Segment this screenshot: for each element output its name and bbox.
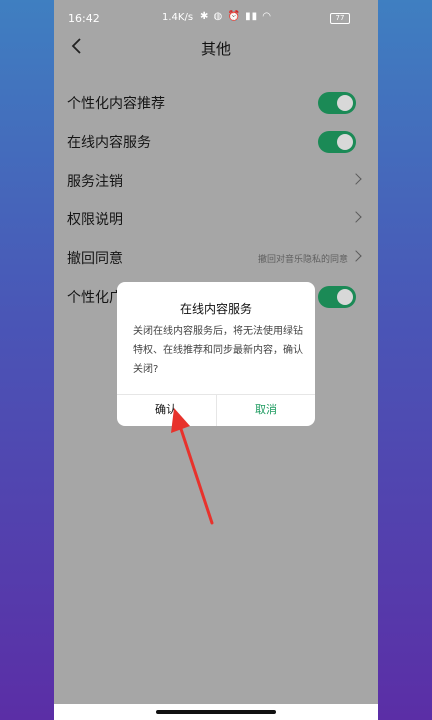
home-indicator[interactable] [156, 710, 276, 714]
chevron-right-icon [350, 173, 362, 185]
battery-icon: 77 [330, 13, 350, 24]
cancel-button[interactable]: 取消 [217, 394, 315, 426]
setting-row-permissions[interactable]: 权限说明 [54, 200, 378, 238]
status-bar: 16:42 1.4K/s ✱ ◍ ⏰ ▮▮ ◠ 77 [54, 8, 378, 28]
header: 其他 [54, 30, 378, 66]
toggle-knob [337, 134, 353, 150]
confirm-button[interactable]: 确认 [117, 394, 215, 426]
setting-row-account-cancel[interactable]: 服务注销 [54, 162, 378, 200]
setting-label: 个性化内容推荐 [67, 96, 165, 112]
phone-screen: 16:42 1.4K/s ✱ ◍ ⏰ ▮▮ ◠ 77 其他 个性化内容推荐 在线… [54, 0, 378, 720]
toggle-knob [337, 289, 353, 305]
setting-row-online-content[interactable]: 在线内容服务 [54, 123, 378, 161]
setting-label: 服务注销 [67, 174, 123, 190]
setting-label: 权限说明 [67, 212, 123, 228]
toggle-knob [337, 95, 353, 111]
setting-label: 撤回同意 [67, 251, 123, 267]
setting-row-personalized-content[interactable]: 个性化内容推荐 [54, 84, 378, 122]
chevron-right-icon [350, 250, 362, 262]
dialog-title: 在线内容服务 [179, 302, 252, 316]
chevron-right-icon [350, 211, 362, 223]
setting-row-withdraw-consent[interactable]: 撤回同意 撤回对音乐隐私的同意 [54, 239, 378, 277]
network-speed: 1.4K/s [162, 12, 194, 23]
setting-label: 在线内容服务 [67, 135, 151, 151]
status-icons: ✱ ◍ ⏰ ▮▮ ◠ [200, 11, 273, 22]
page-title: 其他 [200, 40, 231, 58]
personalized-content-toggle[interactable] [318, 92, 356, 114]
dialog-message: 关闭在线内容服务后，将无法使用绿钻特权、在线推荐和同步最新内容，确认关闭? [133, 326, 303, 375]
confirm-dialog: 在线内容服务 关闭在线内容服务后，将无法使用绿钻特权、在线推荐和同步最新内容，确… [117, 282, 315, 426]
online-content-toggle[interactable] [318, 131, 356, 153]
personalized-ads-toggle[interactable] [318, 286, 356, 308]
status-time: 16:42 [68, 12, 100, 25]
setting-sub-label: 撤回对音乐隐私的同意 [257, 255, 348, 265]
